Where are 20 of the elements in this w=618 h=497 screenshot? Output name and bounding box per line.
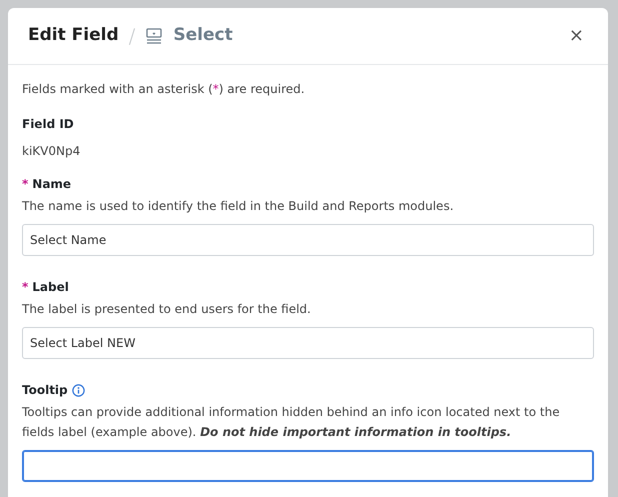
text-input-field[interactable]: Select Name	[22, 224, 594, 256]
help-text: Tooltips can provide additional information hidden behind an info icon located next to the fields label (example above). Do not hide important information in tooltips.	[22, 404, 561, 441]
help-text: The name is used to identify the field in the Build and Reports modules.	[22, 198, 455, 215]
text-input-field[interactable]: Select Label NEW	[22, 327, 594, 359]
required-note: Fields marked with an asterisk (*) are required.	[22, 81, 306, 98]
field-label: Name	[32, 176, 72, 193]
list-window-icon	[145, 28, 164, 44]
breadcrumb-separator: /	[128, 23, 136, 50]
dialog-title: Edit Field	[28, 24, 119, 48]
info-icon[interactable]	[72, 384, 85, 396]
dialog-subtitle: Select	[173, 24, 233, 48]
required-asterisk: *	[22, 176, 28, 193]
help-text: The label is presented to end users for the field.	[22, 301, 312, 318]
text-input-field[interactable]	[22, 450, 594, 482]
field-id-value: kiKV0Np4	[22, 143, 82, 160]
required-asterisk: *	[22, 279, 28, 296]
close-button[interactable]: ×	[564, 27, 588, 45]
field-label: Label	[32, 279, 69, 296]
field-label: Tooltip	[22, 382, 68, 399]
field-label: Field ID	[22, 116, 75, 133]
